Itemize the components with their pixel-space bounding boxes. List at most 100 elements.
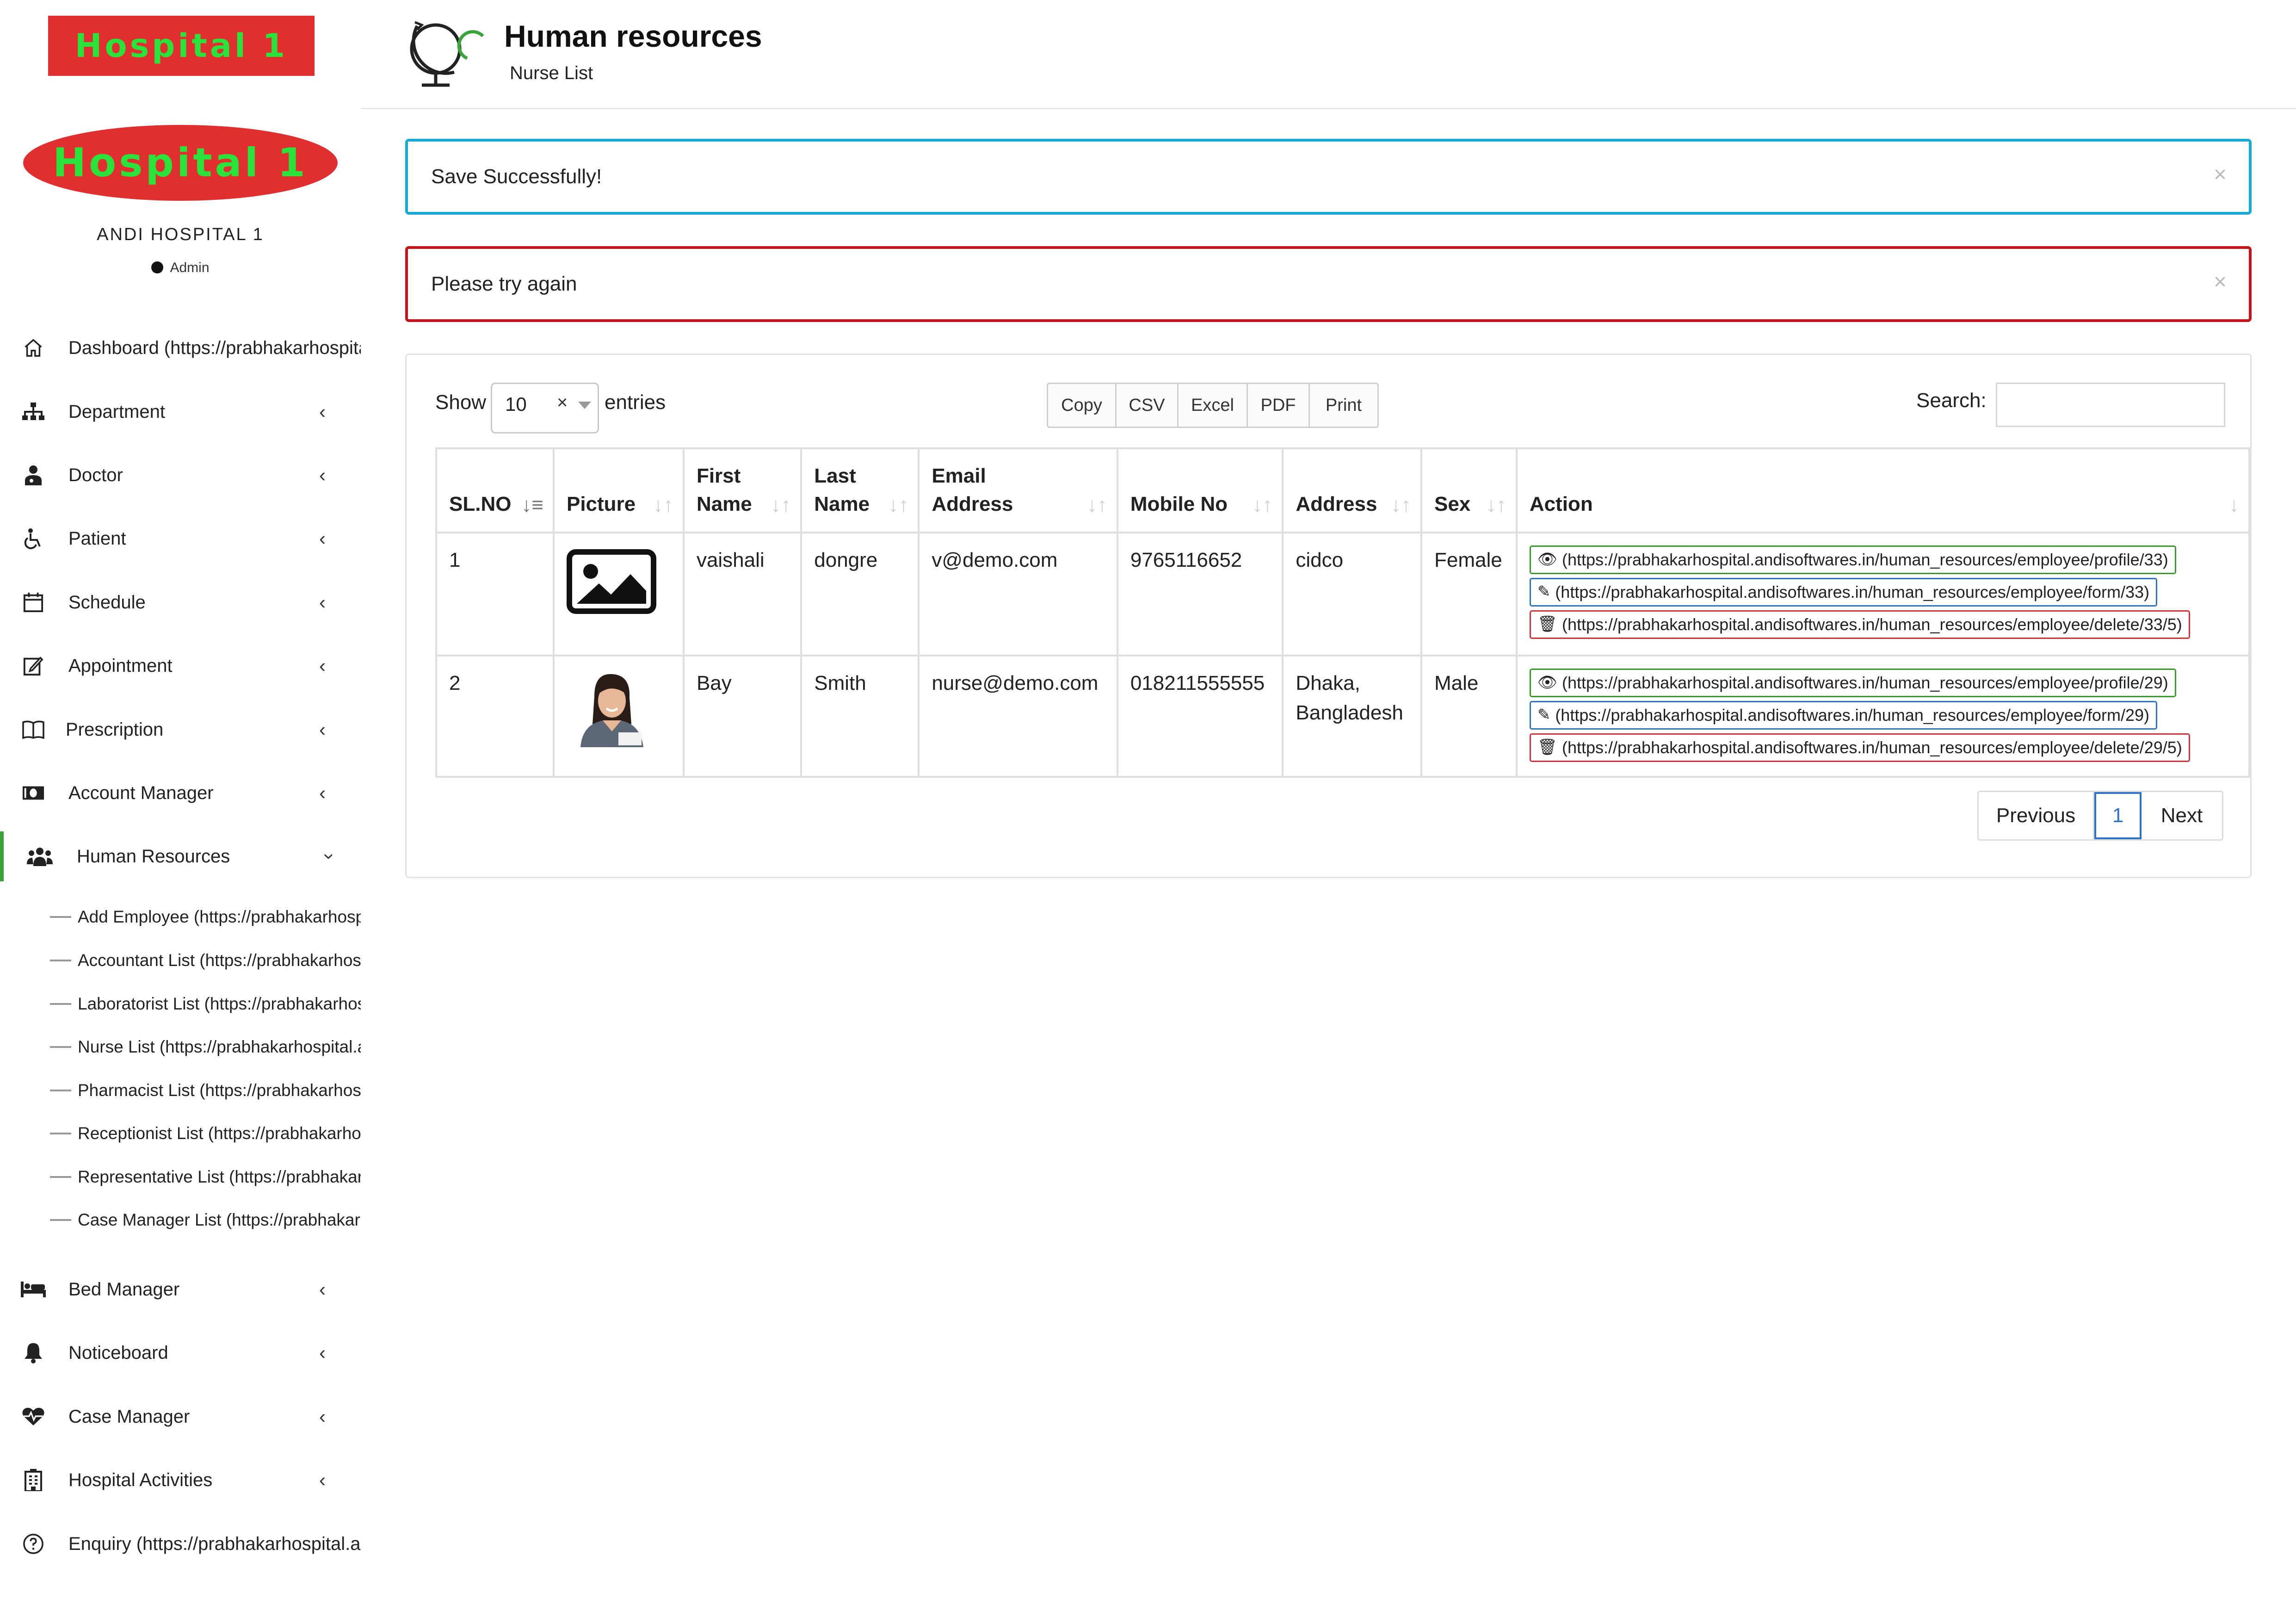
- column-header-sl-no[interactable]: SL.NO ↓≡: [435, 447, 555, 533]
- cell-address: Dhaka, Bangladesh: [1282, 655, 1422, 778]
- submenu-representative-list[interactable]: Representative List (https://prabhakarho…: [50, 1163, 361, 1191]
- chevron-left-icon: ‹: [319, 1278, 326, 1300]
- success-alert: Save Successfully! ×: [405, 139, 2252, 215]
- sidebar-item-label: Account Manager: [68, 782, 214, 803]
- submenu-label: Laboratorist List (https://prabhakarhosp…: [78, 994, 361, 1013]
- cell-sl-no: 2: [435, 655, 555, 778]
- submenu-label: Pharmacist List (https://prabhakarhospit…: [78, 1081, 361, 1100]
- column-header-mobile-no[interactable]: Mobile No ↓↑: [1116, 447, 1284, 533]
- sidebar-item-enquiry[interactable]: Enquiry (https://prabhakarhospital.andis…: [0, 1519, 361, 1569]
- cell-last-name: Smith: [800, 655, 920, 778]
- page-subtitle: Nurse List: [510, 63, 593, 83]
- bell-icon: [19, 1339, 47, 1367]
- sidebar-item-dashboard[interactable]: Dashboard (https://prabhakarhospital.and…: [0, 323, 361, 373]
- submenu-nurse-list[interactable]: Nurse List (https://prabhakarhospital.an…: [50, 1033, 361, 1061]
- sidebar-item-noticeboard[interactable]: Noticeboard ‹: [0, 1328, 361, 1378]
- sidebar-item-bed-manager[interactable]: Bed Manager ‹: [0, 1264, 361, 1314]
- print-button[interactable]: Print: [1310, 384, 1377, 427]
- submenu-label: Nurse List (https://prabhakarhospital.an…: [78, 1037, 361, 1056]
- sidebar-item-label: Schedule: [68, 592, 146, 613]
- submenu-case-manager-list[interactable]: Case Manager List (https://prabhakarhosp…: [50, 1206, 361, 1234]
- nurse-table: SL.NO ↓≡ Picture ↓↑ First Name ↓↑ Last Name…: [435, 447, 2251, 778]
- hospital-logo-text: Hospital 1: [53, 140, 308, 186]
- search-label: Search:: [1916, 389, 1987, 412]
- edit-button[interactable]: ✎ (https://prabhakarhospital.andisoftware…: [1529, 701, 2157, 730]
- previous-page-button[interactable]: Previous: [1979, 792, 2094, 839]
- column-header-action[interactable]: Action ↓: [1515, 447, 2251, 533]
- column-header-label: SL.NO: [449, 493, 512, 516]
- submenu-label: Case Manager List (https://prabhakarhosp…: [78, 1210, 361, 1229]
- edit-link-text: (https://prabhakarhospital.andisoftwares…: [1555, 705, 2149, 725]
- sort-icon: ↓↑: [653, 494, 673, 517]
- column-header-last-name[interactable]: Last Name ↓↑: [800, 447, 920, 533]
- cell-last-name: dongre: [800, 532, 920, 657]
- close-icon[interactable]: ×: [2214, 162, 2227, 187]
- column-header-label: Address: [1296, 493, 1377, 516]
- chevron-left-icon: ‹: [319, 464, 326, 486]
- submenu-laboratorist-list[interactable]: Laboratorist List (https://prabhakarhosp…: [50, 990, 361, 1018]
- page-1-button[interactable]: 1: [2094, 792, 2142, 839]
- show-label: Show: [435, 391, 487, 414]
- sidebar-item-case-manager[interactable]: Case Manager ‹: [0, 1392, 361, 1442]
- delete-button[interactable]: 🗑 (https://prabhakarhospital.andisoftware…: [1529, 610, 2190, 639]
- csv-button[interactable]: CSV: [1117, 384, 1179, 427]
- sitemap-icon: [19, 398, 47, 426]
- cell-mobile: 9765116652: [1116, 532, 1284, 657]
- dash-icon: [50, 1219, 71, 1221]
- submenu-label: Add Employee (https://prabhakarhospital.…: [78, 907, 361, 926]
- submenu-pharmacist-list[interactable]: Pharmacist List (https://prabhakarhospit…: [50, 1077, 361, 1104]
- view-profile-button[interactable]: 👁 (https://prabhakarhospital.andisoftware…: [1529, 669, 2176, 697]
- clear-icon[interactable]: ×: [557, 392, 568, 413]
- globe-icon: [403, 12, 487, 91]
- column-header-first-name[interactable]: First Name ↓↑: [682, 447, 802, 533]
- close-icon[interactable]: ×: [2214, 269, 2227, 295]
- delete-link-text: (https://prabhakarhospital.andisoftwares…: [1562, 614, 2182, 634]
- next-page-button[interactable]: Next: [2142, 792, 2222, 839]
- search-input[interactable]: [1996, 383, 2225, 427]
- sidebar-item-schedule[interactable]: Schedule ‹: [0, 577, 361, 627]
- sort-icon: ↓: [2229, 494, 2239, 517]
- sidebar-item-department[interactable]: Department ‹: [0, 387, 361, 437]
- column-header-email-address[interactable]: Email Address ↓↑: [918, 447, 1118, 533]
- excel-button[interactable]: Excel: [1179, 384, 1248, 427]
- bed-icon: [19, 1276, 47, 1303]
- edit-icon: ✎: [1537, 706, 1551, 724]
- column-header-label: First Name: [696, 464, 752, 516]
- nurse-list-panel: Show 10 × entries Copy CSV Excel PDF Pri…: [405, 353, 2252, 878]
- sidebar-item-account-manager[interactable]: Account Manager ‹: [0, 768, 361, 818]
- pdf-button[interactable]: PDF: [1248, 384, 1310, 427]
- view-profile-button[interactable]: 👁 (https://prabhakarhospital.andisoftware…: [1529, 545, 2176, 574]
- submenu-add-employee[interactable]: Add Employee (https://prabhakarhospital.…: [50, 903, 361, 931]
- entries-select[interactable]: 10 ×: [491, 383, 599, 434]
- dash-icon: [50, 1003, 71, 1005]
- sidebar-item-patient[interactable]: Patient ‹: [0, 514, 361, 564]
- chevron-down-icon: ‹: [316, 853, 338, 860]
- sidebar-item-human-resources[interactable]: Human Resources ‹: [0, 831, 361, 881]
- chevron-left-icon: ‹: [319, 1469, 326, 1491]
- submenu-receptionist-list[interactable]: Receptionist List (https://prabhakarhosp…: [50, 1120, 361, 1147]
- delete-link-text: (https://prabhakarhospital.andisoftwares…: [1562, 737, 2182, 757]
- delete-button[interactable]: 🗑 (https://prabhakarhospital.andisoftware…: [1529, 733, 2190, 762]
- view-link-text: (https://prabhakarhospital.andisoftwares…: [1562, 550, 2168, 569]
- column-header-label: Action: [1529, 493, 1593, 516]
- column-header-sex[interactable]: Sex ↓↑: [1420, 447, 1518, 533]
- sidebar-item-doctor[interactable]: Doctor ‹: [0, 450, 361, 500]
- sidebar-item-appointment[interactable]: Appointment ‹: [0, 641, 361, 691]
- sidebar: Hospital 1 Hospital 1 ANDI HOSPITAL 1 Ad…: [0, 0, 361, 1623]
- edit-button[interactable]: ✎ (https://prabhakarhospital.andisoftware…: [1529, 578, 2157, 607]
- submenu-accountant-list[interactable]: Accountant List (https://prabhakarhospit…: [50, 947, 361, 974]
- copy-button[interactable]: Copy: [1048, 384, 1117, 427]
- column-header-picture[interactable]: Picture ↓↑: [552, 447, 685, 533]
- sidebar-item-prescription[interactable]: Prescription ‹: [0, 705, 361, 755]
- book-icon: [19, 716, 47, 743]
- image-placeholder-icon: [566, 549, 656, 614]
- column-header-address[interactable]: Address ↓↑: [1282, 447, 1422, 533]
- building-icon: [19, 1466, 47, 1494]
- cell-picture: [552, 655, 685, 778]
- chevron-left-icon: ‹: [319, 1342, 326, 1363]
- question-icon: [19, 1530, 47, 1558]
- submenu-label: Representative List (https://prabhakarho…: [78, 1167, 361, 1186]
- sidebar-item-label: Doctor: [68, 465, 123, 485]
- brand-logo-top[interactable]: Hospital 1: [48, 16, 315, 76]
- sidebar-item-hospital-activities[interactable]: Hospital Activities ‹: [0, 1455, 361, 1505]
